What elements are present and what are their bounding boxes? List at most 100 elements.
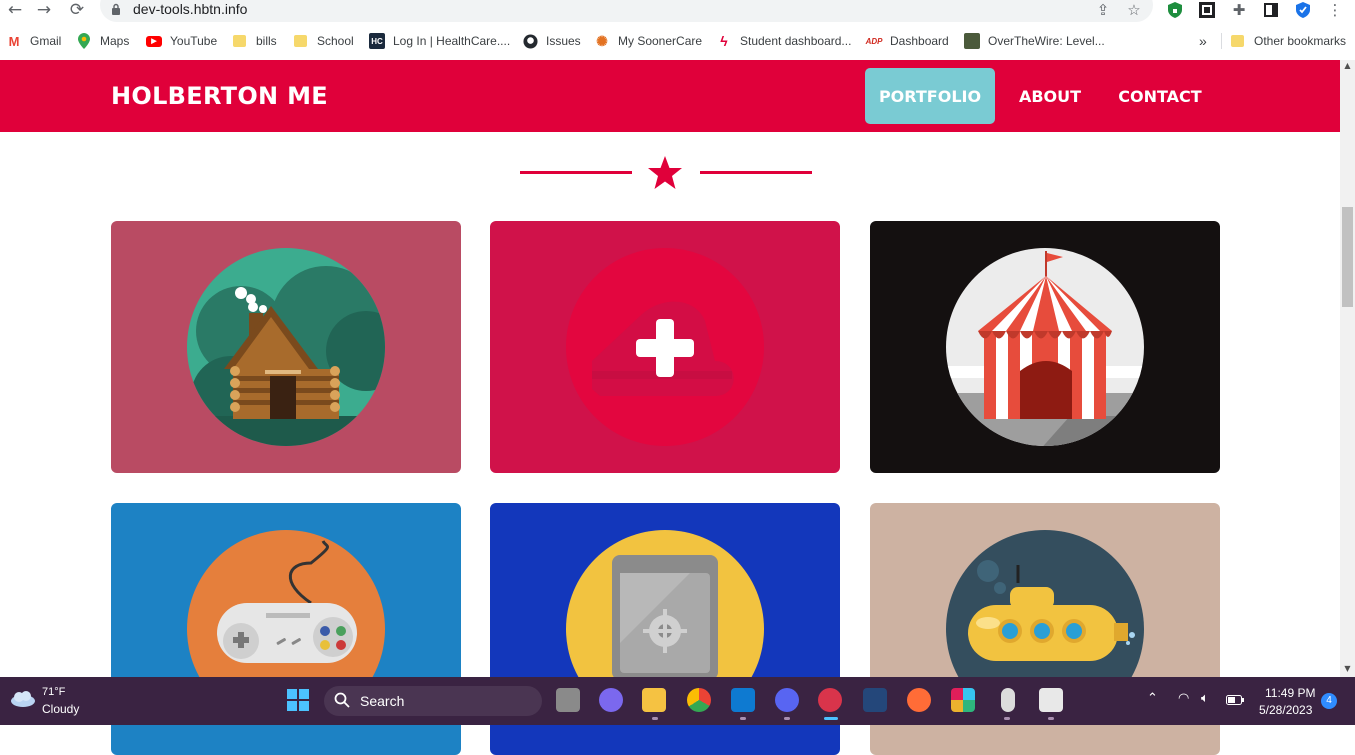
bookmark-label: My SoonerCare — [618, 34, 703, 48]
bookmark-issues[interactable]: Issues — [522, 29, 581, 53]
nav-contact[interactable]: CONTACT — [1105, 68, 1215, 124]
add-plus-icon — [566, 248, 764, 446]
cloud-icon — [11, 691, 35, 707]
browser-toolbar: ← → ⟳ dev-tools.hbtn.info ⇪ ☆ ✚ ⋮ — [0, 0, 1355, 22]
safe-icon — [566, 530, 764, 677]
bookmark-soonercare[interactable]: ✺ My SoonerCare — [594, 29, 702, 53]
other-bookmarks[interactable]: Other bookmarks — [1231, 29, 1346, 53]
side-panel-icon[interactable] — [1261, 0, 1281, 20]
extension-shield-icon[interactable] — [1165, 0, 1185, 20]
github-icon — [522, 33, 538, 49]
site-brand[interactable]: HOLBERTON ME — [111, 82, 328, 110]
portfolio-card-cabin[interactable] — [111, 221, 461, 473]
bookmark-gmail[interactable]: M Gmail — [6, 29, 62, 53]
bookmark-label: Other bookmarks — [1254, 34, 1347, 48]
mysql-workbench-icon[interactable] — [863, 688, 887, 712]
taskbar-search[interactable] — [324, 686, 542, 716]
weather-description[interactable]: Cloudy — [42, 702, 79, 716]
portfolio-card-circus[interactable] — [870, 221, 1220, 473]
show-hidden-icons-icon[interactable]: ⌃ — [1147, 691, 1158, 706]
page-scrollbar[interactable] — [1340, 60, 1355, 677]
gmail-icon: M — [8, 33, 20, 49]
notification-badge[interactable]: 4 — [1321, 693, 1337, 709]
bookmark-maps[interactable]: Maps — [76, 29, 129, 53]
lock-icon — [112, 3, 120, 15]
vscode-icon[interactable] — [731, 688, 755, 712]
bookmark-label: Dashboard — [890, 34, 949, 48]
bookmark-label: Log In | HealthCare.... — [393, 34, 511, 48]
weather-temperature[interactable]: 71°F — [42, 686, 65, 698]
game-controller-icon — [187, 530, 385, 677]
bookmark-label: School — [317, 34, 354, 48]
bookmark-school[interactable]: School — [294, 29, 354, 53]
snipping-tool-icon[interactable] — [1039, 688, 1063, 712]
slack-icon[interactable] — [951, 688, 975, 712]
reload-icon[interactable]: ⟳ — [66, 0, 88, 20]
running-indicator — [740, 717, 746, 720]
bookmark-label: Issues — [546, 34, 581, 48]
forward-arrow-icon[interactable]: → — [33, 0, 55, 20]
bookmark-bills[interactable]: bills — [233, 29, 277, 53]
extensions-puzzle-icon[interactable]: ✚ — [1229, 0, 1249, 20]
bookmark-label: Maps — [100, 34, 130, 48]
microphone-icon[interactable] — [1001, 688, 1015, 712]
clock-time[interactable]: 11:49 PM — [1265, 686, 1315, 700]
bookmark-star-icon[interactable]: ☆ — [1124, 0, 1144, 20]
seahorse-icon: ϟ — [720, 33, 728, 49]
healthcare-icon: HC — [369, 33, 385, 49]
bookmark-label: bills — [256, 34, 277, 48]
bookmark-label: Student dashboard... — [740, 34, 852, 48]
file-explorer-icon[interactable] — [642, 688, 666, 712]
battery-icon[interactable] — [1226, 695, 1244, 705]
bookmark-student-dashboard[interactable]: ϟ Student dashboard... — [716, 29, 851, 53]
folder-icon — [294, 35, 307, 47]
task-view-icon[interactable] — [556, 688, 580, 712]
scroll-down-icon[interactable]: ▼ — [1340, 663, 1355, 675]
wifi-icon[interactable]: ◠ — [1178, 691, 1189, 706]
maps-icon — [76, 33, 92, 49]
bookmark-overthewire[interactable]: OverTheWire: Level... — [964, 29, 1105, 53]
chrome-icon[interactable] — [687, 688, 711, 712]
bookmark-dashboard[interactable]: ADP Dashboard — [866, 29, 949, 53]
search-icon — [334, 692, 350, 708]
folder-icon — [233, 35, 246, 47]
bookmark-youtube[interactable]: ▶ YouTube — [146, 29, 217, 53]
active-app-indicator — [824, 717, 838, 720]
volume-icon[interactable]: 🔈︎ — [1201, 691, 1209, 706]
portfolio-card-cake[interactable] — [490, 221, 840, 473]
soonercare-icon: ✺ — [596, 32, 608, 49]
profile-shield-icon[interactable] — [1293, 0, 1313, 20]
running-indicator — [784, 717, 790, 720]
teams-chat-icon[interactable] — [599, 688, 623, 712]
bookmark-label: Gmail — [30, 34, 62, 48]
adp-icon: ADP — [865, 36, 883, 46]
scrollbar-thumb[interactable] — [1342, 207, 1353, 307]
scroll-up-icon[interactable]: ▲ — [1340, 60, 1355, 72]
url-text[interactable]: dev-tools.hbtn.info — [133, 1, 247, 17]
menu-kebab-icon[interactable]: ⋮ — [1325, 0, 1345, 20]
bookmark-healthcare[interactable]: HC Log In | HealthCare.... — [369, 29, 510, 53]
windows-start-icon[interactable] — [287, 689, 309, 711]
back-arrow-icon[interactable]: ← — [4, 0, 26, 20]
address-bar[interactable] — [100, 0, 1153, 22]
nav-portfolio[interactable]: PORTFOLIO — [865, 68, 995, 124]
bookmarks-bar: M Gmail Maps ▶ YouTube bills School HC Log … — [0, 29, 1355, 53]
folder-icon — [1231, 35, 1244, 47]
discord-icon[interactable] — [775, 688, 799, 712]
clock-date[interactable]: 5/28/2023 — [1259, 703, 1312, 717]
star-icon — [648, 156, 682, 189]
extension-qr-icon[interactable] — [1197, 0, 1217, 20]
more-bookmarks-button[interactable]: » — [1199, 29, 1207, 53]
divider-line-right — [700, 171, 812, 174]
nav-about[interactable]: ABOUT — [1005, 68, 1095, 124]
circus-tent-icon — [946, 248, 1144, 446]
postman-icon[interactable] — [907, 688, 931, 712]
overthewire-icon — [964, 33, 980, 49]
running-indicator — [652, 717, 658, 720]
terminal-app-icon[interactable] — [818, 688, 842, 712]
submarine-icon — [946, 530, 1144, 677]
share-icon[interactable]: ⇪ — [1093, 0, 1113, 20]
site-header: HOLBERTON ME PORTFOLIO ABOUT CONTACT — [0, 60, 1340, 132]
divider-line-left — [520, 171, 632, 174]
bookmark-label: OverTheWire: Level... — [988, 34, 1105, 48]
